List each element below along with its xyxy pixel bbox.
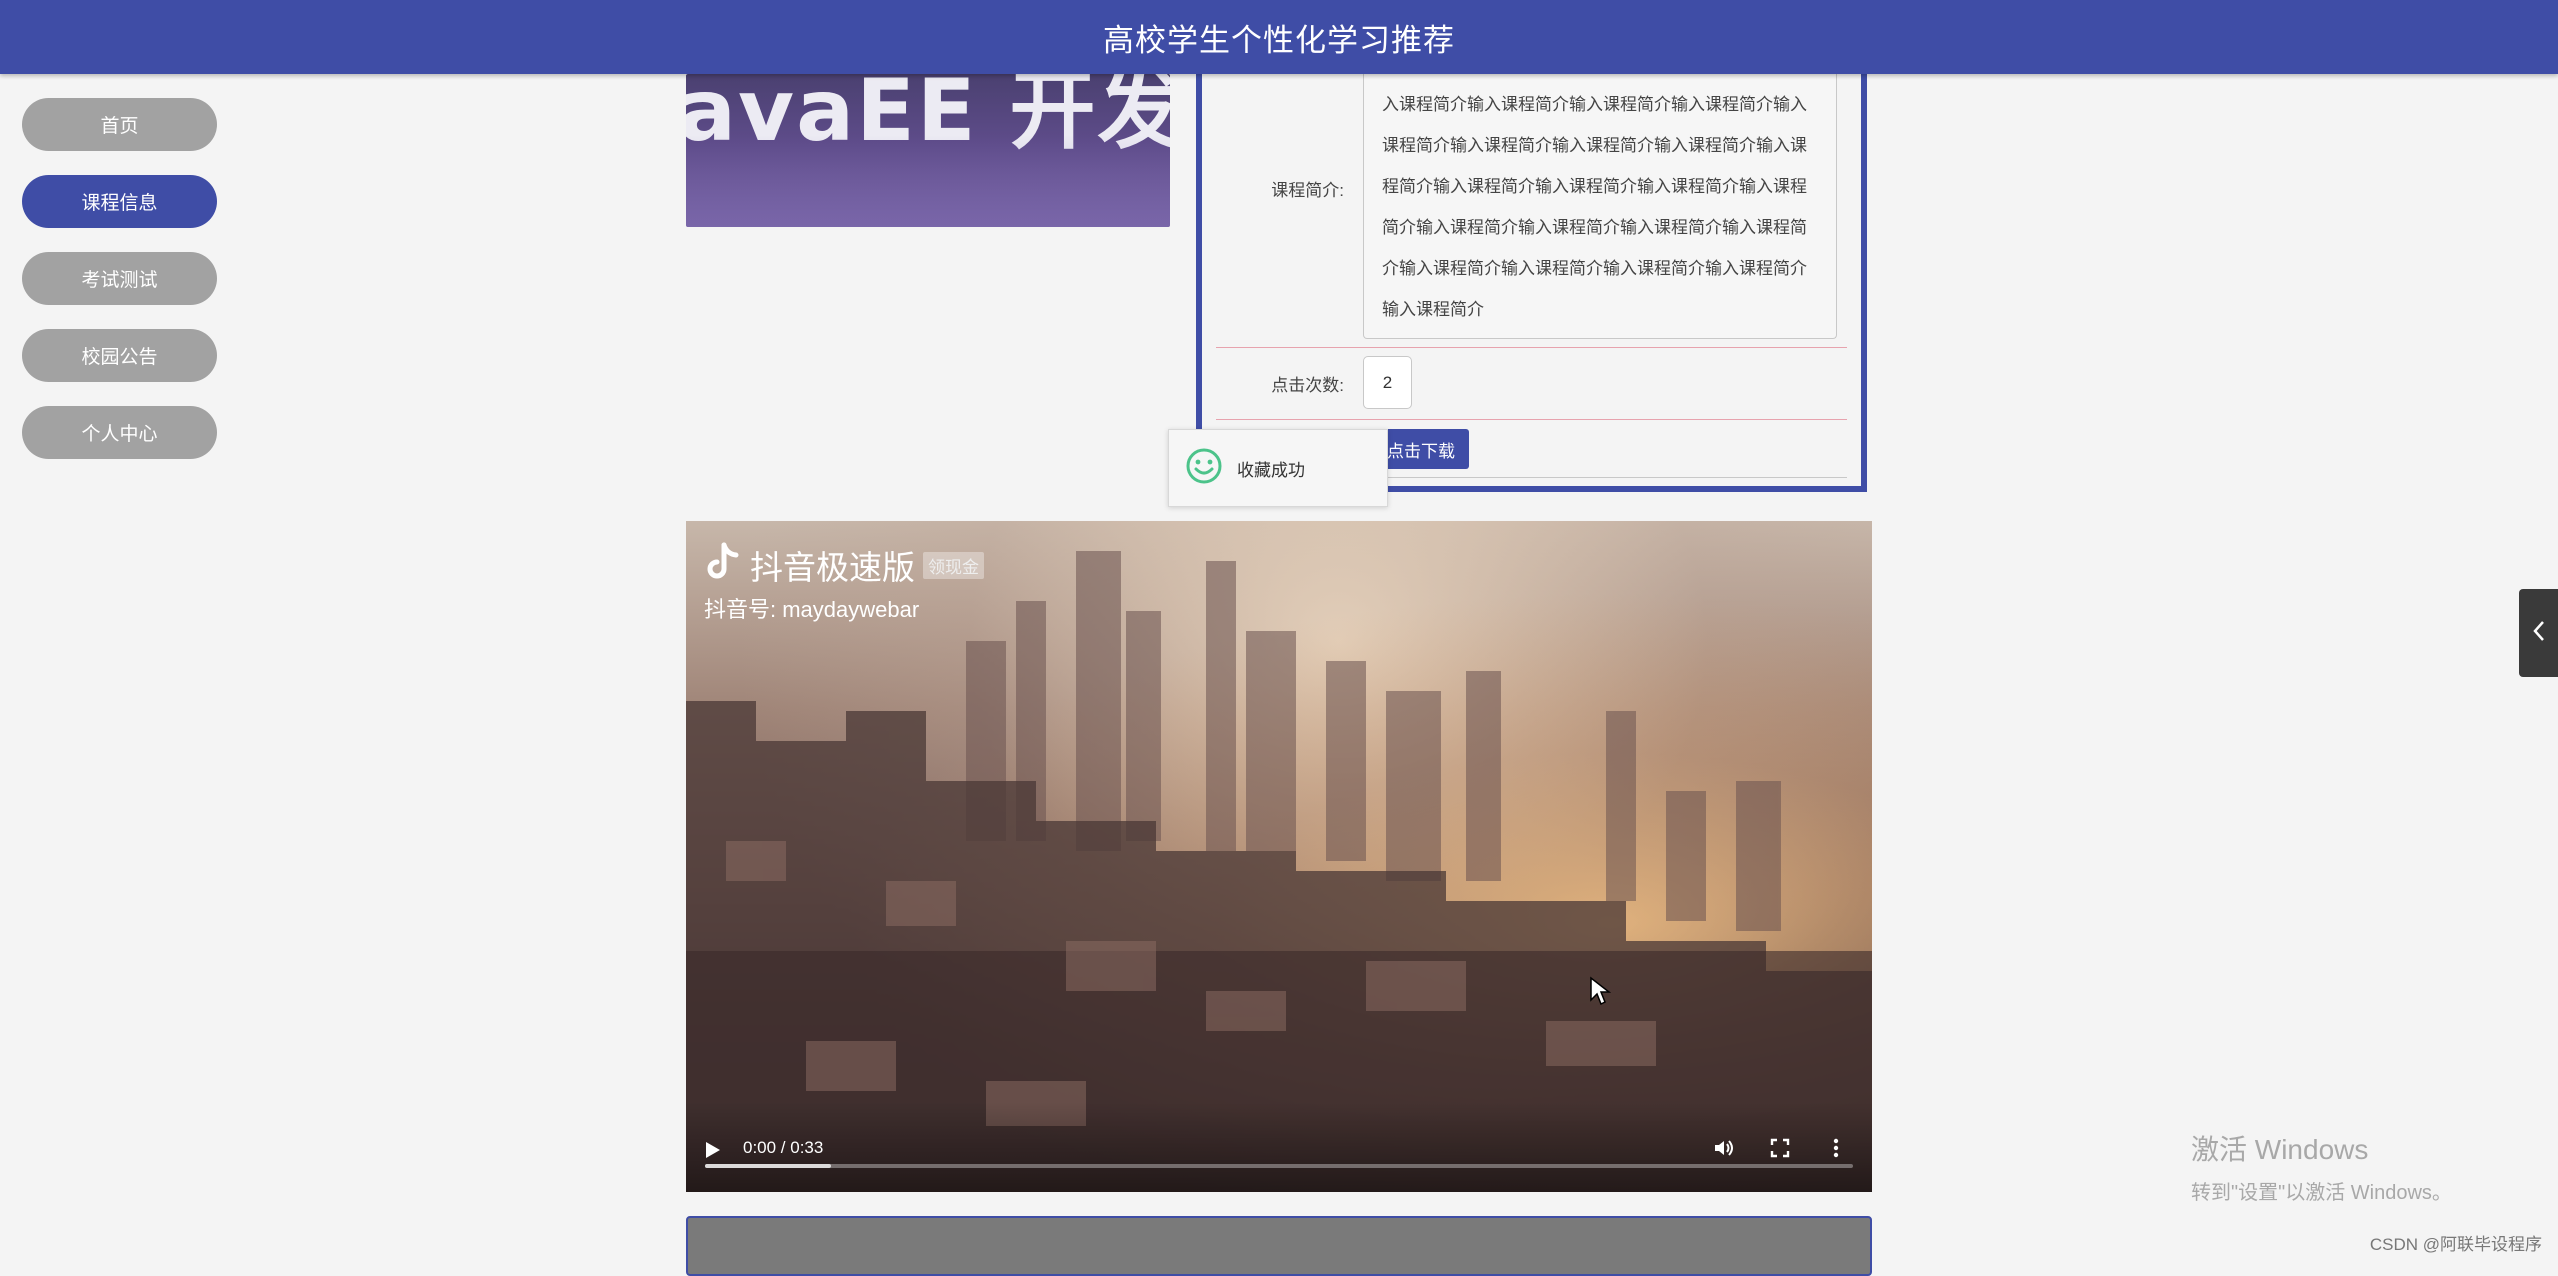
app-header: 高校学生个性化学习推荐 xyxy=(0,0,2558,74)
video-badge: 领现金 xyxy=(923,551,984,579)
chevron-left-icon xyxy=(2532,619,2546,648)
video-time: 0:00 / 0:33 xyxy=(743,1138,824,1157)
click-count-label: 点击次数: xyxy=(1271,376,1344,395)
sidebar-item-course-info[interactable]: 课程信息 xyxy=(22,175,217,228)
video-controls: 0:00 / 0:33 xyxy=(686,1102,1872,1192)
play-icon[interactable] xyxy=(706,1142,720,1158)
sidebar-item-announcements[interactable]: 校园公告 xyxy=(22,329,217,382)
collapse-side-panel-button[interactable] xyxy=(2519,589,2558,677)
video-logo-text: 抖音极速版 xyxy=(750,549,915,586)
sidebar-item-home[interactable]: 首页 xyxy=(22,98,217,151)
video-watermark-logo: 抖音极速版 领现金 xyxy=(702,541,984,589)
volume-icon[interactable] xyxy=(1709,1134,1737,1162)
fullscreen-icon[interactable] xyxy=(1766,1134,1794,1162)
click-count-field[interactable]: 2 xyxy=(1363,356,1412,409)
course-cover-image: avaEE 开发工程 xyxy=(686,74,1170,227)
watermark-subtitle: 转到"设置"以激活 Windows。 xyxy=(2191,1182,2452,1204)
divider xyxy=(1216,347,1847,348)
toast-message: 收藏成功 xyxy=(1237,460,1305,480)
sidebar-item-exam[interactable]: 考试测试 xyxy=(22,252,217,305)
tiktok-icon xyxy=(702,542,742,589)
watermark-title: 激活 Windows xyxy=(2191,1134,2369,1165)
mouse-cursor-icon xyxy=(1589,976,1612,1011)
sidebar-nav: 首页 课程信息 考试测试 校园公告 个人中心 xyxy=(22,98,217,483)
sidebar-item-profile[interactable]: 个人中心 xyxy=(22,406,217,459)
more-options-icon[interactable] xyxy=(1822,1134,1850,1162)
csdn-credit: CSDN @阿联毕设程序 xyxy=(2369,1235,2542,1254)
video-buffered-bar xyxy=(705,1164,832,1168)
description-label: 课程简介: xyxy=(1271,181,1344,200)
cover-gradient xyxy=(686,135,1170,227)
video-player[interactable]: 抖音极速版 领现金 抖音号: maydaywebar 0:00 / 0:33 xyxy=(686,521,1872,1192)
video-handle: 抖音号: maydaywebar xyxy=(704,597,920,622)
next-content-card xyxy=(686,1216,1872,1276)
smiley-icon xyxy=(1185,447,1223,490)
page-title: 高校学生个性化学习推荐 xyxy=(1103,22,1455,58)
divider xyxy=(1216,419,1847,420)
windows-activation-watermark: 激活 Windows 转到"设置"以激活 Windows。 xyxy=(2191,1128,2452,1205)
video-progress-bar[interactable] xyxy=(705,1164,1853,1168)
description-textarea[interactable]: 入课程简介输入课程简介输入课程简介输入课程简介输入课程简介输入课程简介输入课程简… xyxy=(1363,74,1837,339)
success-toast: 收藏成功 xyxy=(1168,429,1388,507)
